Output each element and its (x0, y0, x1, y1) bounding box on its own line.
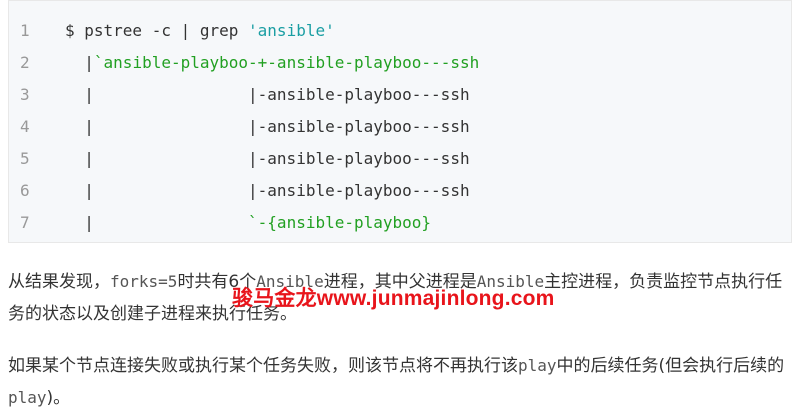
code-token: 'ansible' (248, 21, 335, 40)
line-number: 1 (20, 21, 30, 40)
code-token: -ansible-playboo---ssh (257, 117, 470, 136)
code-token: -ansible-playboo---ssh (257, 181, 470, 200)
watermark: 骏马金龙www.junmajinlong.com (232, 287, 555, 310)
code-block: 1 $ pstree -c | grep 'ansible' 2 |`ansible… (8, 0, 792, 243)
code-token: $ pstree -c | grep (65, 21, 249, 40)
line-number: 7 (20, 213, 30, 232)
code-token: | (65, 213, 249, 232)
code-text: | |-ansible-playboo---ssh (65, 79, 470, 111)
code-line: 5 | |-ansible-playboo---ssh (9, 143, 791, 175)
code-token: | | (65, 181, 258, 200)
code-text: | |-ansible-playboo---ssh (65, 111, 470, 143)
code-line: 1 $ pstree -c | grep 'ansible' (9, 15, 791, 47)
code-text: | |-ansible-playboo---ssh (65, 175, 470, 207)
code-line: 4 | |-ansible-playboo---ssh (9, 111, 791, 143)
inline-code: play (518, 356, 557, 375)
inline-code: play (8, 388, 47, 407)
code-text: $ pstree -c | grep 'ansible' (65, 15, 335, 47)
code-token: | | (65, 117, 258, 136)
code-line: 6 | |-ansible-playboo---ssh (9, 175, 791, 207)
code-token: | | (65, 85, 258, 104)
code-token: | | (65, 149, 258, 168)
line-number: 2 (20, 53, 30, 72)
line-number: 6 (20, 181, 30, 200)
code-token: -ansible-playboo---ssh (257, 85, 470, 104)
inline-code: forks=5 (110, 272, 178, 291)
code-text: | |-ansible-playboo---ssh (65, 143, 470, 175)
code-text: |`ansible-playboo-+-ansible-playboo---ss… (65, 47, 479, 79)
code-token: `-{ansible-playboo} (248, 213, 432, 232)
code-token: -ansible-playboo---ssh (257, 149, 470, 168)
paragraph-failure: 如果某个节点连接失败或执行某个任务失败，则该节点将不再执行该play中的后续任务… (8, 356, 785, 408)
code-line: 3 | |-ansible-playboo---ssh (9, 79, 791, 111)
line-number: 3 (20, 85, 30, 104)
code-token: `ansible-playboo-+-ansible-playboo---ssh (93, 53, 480, 72)
code-token: | (65, 53, 94, 72)
line-number: 4 (20, 117, 30, 136)
code-line: 7 | `-{ansible-playboo} (9, 207, 791, 239)
code-line: 2 |`ansible-playboo-+-ansible-playboo---… (9, 47, 791, 79)
code-text: | `-{ansible-playboo} (65, 207, 431, 239)
line-number: 5 (20, 149, 30, 168)
